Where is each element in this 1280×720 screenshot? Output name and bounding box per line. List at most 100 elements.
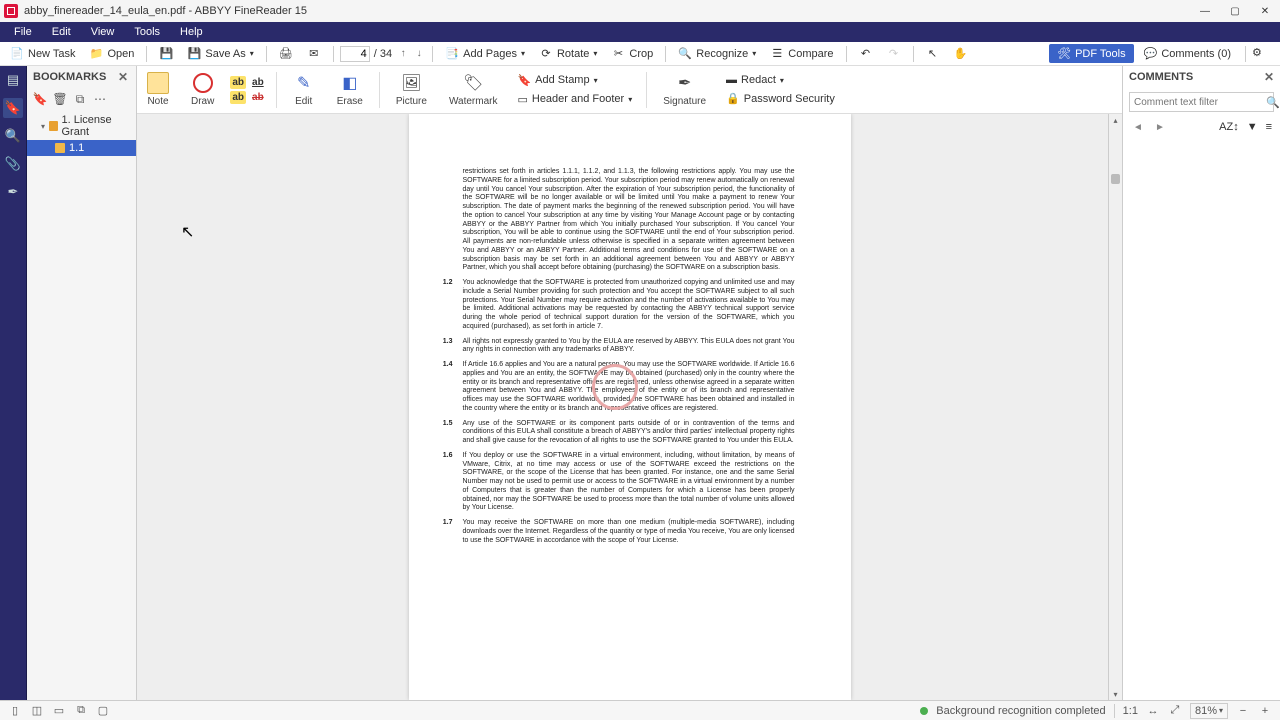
redact-icon: ▬ <box>726 74 737 86</box>
scroll-up-icon[interactable]: ▴ <box>1109 114 1122 126</box>
status-led-icon <box>920 707 928 715</box>
signature-icon: ✒ <box>674 72 696 94</box>
zoom-out-button[interactable]: − <box>1236 704 1250 718</box>
paragraph-text: Any use of the SOFTWARE or its component… <box>463 420 795 446</box>
page-view4-icon[interactable]: ⧉ <box>74 704 88 718</box>
bookmark-label: 1.1 <box>69 142 84 154</box>
window-maximize-button[interactable]: ▢ <box>1220 0 1250 22</box>
scroll-down-icon[interactable]: ▾ <box>1109 688 1122 700</box>
settings-button[interactable]: ⚙ <box>1252 46 1268 62</box>
paragraph-text: restrictions set forth in articles 1.1.1… <box>463 168 795 273</box>
menu-file[interactable]: File <box>4 22 42 42</box>
redo-button[interactable]: ↷ <box>881 44 907 64</box>
underline-icon[interactable]: ab <box>250 76 266 89</box>
separator <box>266 46 267 62</box>
sort-button[interactable]: AZ↕ <box>1219 121 1239 133</box>
page-number-input[interactable] <box>340 46 370 62</box>
save-as-button[interactable]: 💾 Save As ▾ <box>181 44 259 64</box>
menu-edit[interactable]: Edit <box>42 22 81 42</box>
page-view3-icon[interactable]: ▭ <box>52 704 66 718</box>
highlight2-icon[interactable]: ab <box>230 91 246 104</box>
rail-search-icon[interactable]: 🔍 <box>3 126 23 146</box>
edit-tool[interactable]: ✎ Edit <box>287 72 321 107</box>
comment-filter[interactable]: 🔍 <box>1129 92 1274 112</box>
pointer-tool[interactable]: ↖ <box>920 44 946 64</box>
bookmark-add-icon[interactable]: 🔖 <box>33 92 47 106</box>
signature-tool[interactable]: ✒ Signature <box>657 72 712 107</box>
hand-tool[interactable]: ✋ <box>948 44 974 64</box>
fit-page-icon[interactable]: ⤢ <box>1168 704 1182 718</box>
pdf-tools-button[interactable]: 🛠 PDF Tools <box>1049 44 1134 63</box>
note-tool[interactable]: Note <box>141 72 175 107</box>
pdf-page: xrestrictions set forth in articles 1.1.… <box>409 114 851 700</box>
comment-filter-input[interactable] <box>1134 97 1266 108</box>
window-close-button[interactable]: ✕ <box>1250 0 1280 22</box>
bookmarks-close-button[interactable]: ✕ <box>116 70 130 84</box>
stamp-icon: 🔖 <box>517 74 531 87</box>
comment-prev-button[interactable]: ◄ <box>1131 120 1145 134</box>
mail-button[interactable]: ✉ <box>301 44 327 64</box>
expand-icon[interactable]: ≡ <box>1266 121 1272 133</box>
filter-icon[interactable]: ▼ <box>1247 121 1258 133</box>
search-icon[interactable]: 🔍 <box>1266 96 1280 109</box>
rail-bookmarks-icon[interactable]: 🔖 <box>3 98 23 118</box>
rail-attachments-icon[interactable]: 📎 <box>3 154 23 174</box>
bookmark-item[interactable]: ▾ 1. License Grant <box>27 112 136 140</box>
new-task-icon: 📄 <box>10 47 24 61</box>
lock-icon: 🔒 <box>726 92 740 105</box>
page-total: / 34 <box>374 48 392 60</box>
add-pages-label: Add Pages <box>463 48 517 60</box>
rail-pages-icon[interactable]: ▤ <box>3 70 23 90</box>
erase-tool[interactable]: ◧ Erase <box>331 72 369 107</box>
page-view5-icon[interactable]: ▢ <box>96 704 110 718</box>
comment-next-button[interactable]: ► <box>1153 120 1167 134</box>
save-as-label: Save As <box>205 48 245 60</box>
page-down-button[interactable]: ↓ <box>412 46 426 62</box>
bookmark-more-icon[interactable]: ⋯ <box>93 92 107 106</box>
redact-button[interactable]: ▬ Redact ▾ <box>722 72 839 88</box>
page-view-icon[interactable]: ▯ <box>8 704 22 718</box>
save-button[interactable]: 💾 <box>153 44 179 64</box>
zoom-level[interactable]: 81% ▾ <box>1190 703 1228 719</box>
page-view2-icon[interactable]: ◫ <box>30 704 44 718</box>
page-up-button[interactable]: ↑ <box>396 46 410 62</box>
comments-toggle-button[interactable]: 💬 Comments (0) <box>1136 44 1239 63</box>
strikeout-icon[interactable]: ab <box>250 91 266 104</box>
recognize-icon: 🔍 <box>678 47 692 61</box>
toolbar-right: 🛠 PDF Tools 💬 Comments (0) ⚙ <box>1049 44 1276 63</box>
open-button[interactable]: 📁 Open <box>83 44 140 64</box>
add-pages-button[interactable]: 📑 Add Pages ▾ <box>439 44 531 64</box>
bookmark-options-icon[interactable]: ⧉ <box>73 92 87 106</box>
comments-close-button[interactable]: ✕ <box>1264 70 1274 84</box>
compare-button[interactable]: ☰ Compare <box>764 44 839 64</box>
crop-button[interactable]: ✂ Crop <box>605 44 659 64</box>
rail-signature-icon[interactable]: ✒ <box>3 182 23 202</box>
menu-tools[interactable]: Tools <box>124 22 170 42</box>
window-minimize-button[interactable]: — <box>1190 0 1220 22</box>
dropdown-icon: ▾ <box>780 76 784 85</box>
bookmark-item-selected[interactable]: 1.1 <box>27 140 136 156</box>
scrollbar-thumb[interactable] <box>1111 174 1120 184</box>
document-viewport[interactable]: xrestrictions set forth in articles 1.1.… <box>137 114 1122 700</box>
vertical-scrollbar[interactable]: ▴ ▾ <box>1108 114 1122 700</box>
collapse-icon[interactable]: ▾ <box>41 122 45 131</box>
picture-tool[interactable]: 🖼 Picture <box>390 72 433 107</box>
menu-help[interactable]: Help <box>170 22 213 42</box>
draw-tool[interactable]: Draw <box>185 72 220 107</box>
para-number: 1.2 <box>433 279 453 332</box>
add-stamp-button[interactable]: 🔖 Add Stamp ▾ <box>513 72 636 89</box>
bookmark-delete-icon[interactable]: 🗑 <box>53 92 67 106</box>
password-security-button[interactable]: 🔒 Password Security <box>722 90 839 107</box>
undo-button[interactable]: ↶ <box>853 44 879 64</box>
fit-width-icon[interactable]: ↔ <box>1146 704 1160 718</box>
rotate-button[interactable]: ⟳ Rotate ▾ <box>533 44 603 64</box>
print-button[interactable]: 🖨 <box>273 44 299 64</box>
watermark-tool[interactable]: 🏷 Watermark <box>443 72 504 107</box>
comments-label: Comments (0) <box>1161 48 1231 60</box>
recognize-button[interactable]: 🔍 Recognize ▾ <box>672 44 762 64</box>
menu-view[interactable]: View <box>81 22 125 42</box>
header-footer-button[interactable]: ▭ Header and Footer ▾ <box>513 91 636 108</box>
highlight-icon[interactable]: ab <box>230 76 246 89</box>
new-task-button[interactable]: 📄 New Task <box>4 44 81 64</box>
zoom-in-button[interactable]: + <box>1258 704 1272 718</box>
